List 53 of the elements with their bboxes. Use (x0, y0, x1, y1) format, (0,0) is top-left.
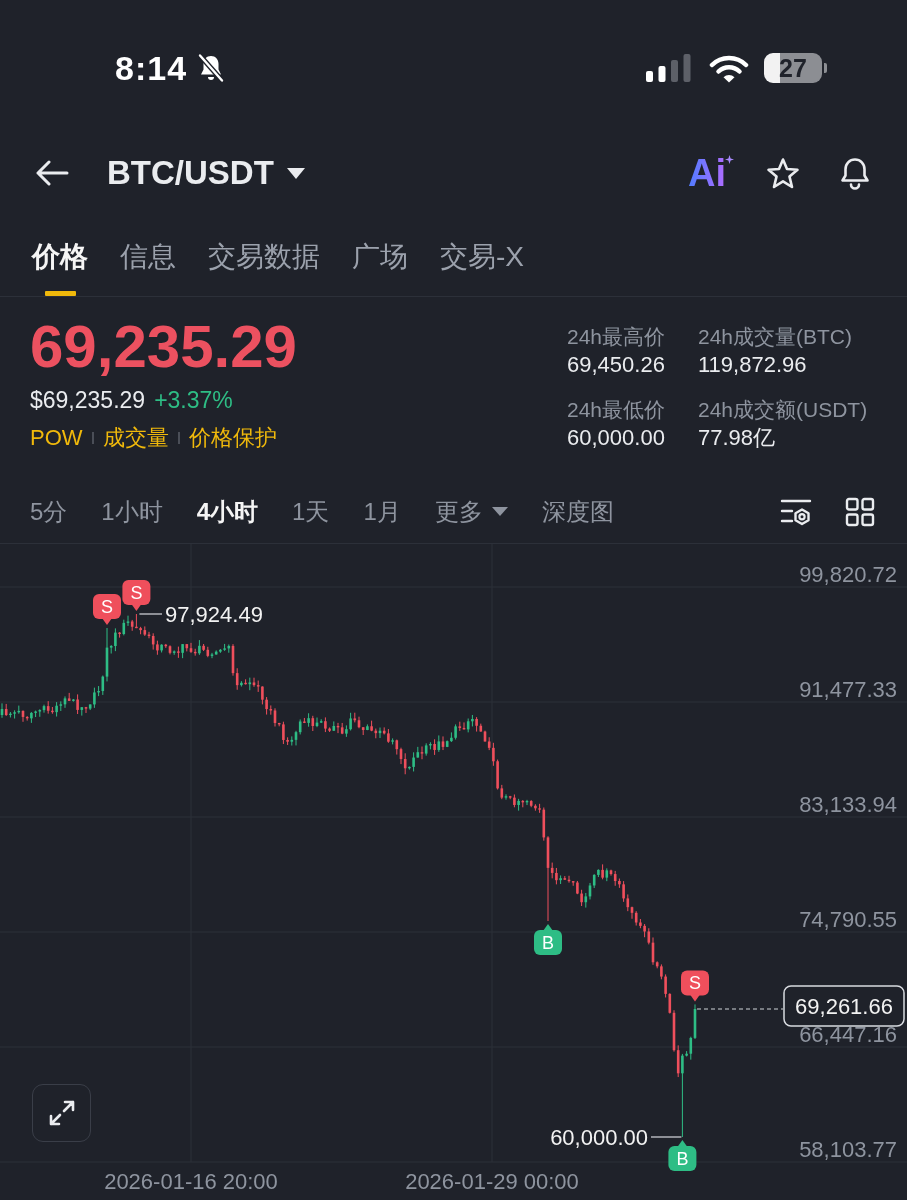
high-price-label: 97,924.49 (165, 602, 263, 627)
price-axis-label: 91,477.33 (799, 677, 897, 702)
caret-down-icon (286, 167, 305, 179)
leader-line (650, 1136, 682, 1138)
pair-selector[interactable]: BTC/USDT (107, 154, 305, 192)
price-axis-label: 58,103.77 (799, 1137, 897, 1162)
time-axis-label: 2026-01-29 00:00 (405, 1169, 579, 1194)
price-axis-label: 83,133.94 (799, 792, 897, 817)
caret-down-icon (491, 507, 508, 516)
tab[interactable]: 交易-X (440, 210, 524, 296)
price-change: +3.37% (154, 386, 233, 415)
star-icon[interactable] (766, 156, 800, 190)
battery-indicator: 27 (764, 53, 827, 83)
bell-slash-icon (197, 53, 226, 83)
leader-line (138, 613, 163, 615)
stat-value: 60,000.00 (567, 424, 666, 452)
interval-tab[interactable]: 1小时 (101, 495, 163, 528)
tag-link[interactable]: 价格保护 (188, 424, 277, 452)
bell-icon[interactable] (838, 156, 872, 190)
status-time: 8:14 (115, 48, 188, 88)
last-price-label: 69,261.66 (783, 985, 905, 1027)
time-axis-label: 2026-01-16 20:00 (104, 1169, 278, 1194)
tag-link[interactable]: POW (30, 424, 83, 452)
price-axis-label: 74,790.55 (799, 907, 897, 932)
interval-tab[interactable]: 更多 (434, 495, 508, 528)
tab[interactable]: 交易数据 (208, 210, 320, 296)
fiat-price: $69,235.29 (30, 386, 146, 415)
stat-value: 119,872.96 (698, 351, 808, 379)
sparkle-icon (725, 155, 734, 164)
stat-value: 69,450.26 (567, 351, 666, 379)
expand-button[interactable] (32, 1084, 91, 1142)
interval-tab[interactable]: 4小时 (196, 495, 259, 528)
interval-tab[interactable]: 1天 (292, 495, 330, 528)
interval-tab[interactable]: 5分 (30, 495, 68, 528)
tab[interactable]: 价格 (32, 210, 88, 296)
back-arrow-icon[interactable] (35, 160, 69, 186)
grid-icon[interactable] (845, 496, 875, 527)
stat-label: 24h成交额(USDT) (698, 397, 869, 423)
tag-link[interactable]: 成交量 (102, 424, 169, 452)
price-axis-label: 99,820.72 (799, 562, 897, 587)
signal-icon (646, 54, 692, 82)
tab[interactable]: 信息 (120, 210, 176, 296)
stat-label: 24h最低价 (567, 397, 667, 423)
low-price-label: 60,000.00 (550, 1125, 648, 1150)
last-price: 69,235.29 (30, 315, 298, 379)
interval-tab[interactable]: 1月 (363, 495, 401, 528)
stat-label: 24h成交量(BTC) (698, 324, 854, 350)
list-gear-icon[interactable] (780, 497, 812, 526)
interval-tab[interactable]: 深度图 (541, 495, 614, 528)
stat-label: 24h最高价 (567, 324, 667, 350)
wifi-icon (709, 53, 749, 83)
tab[interactable]: 广场 (352, 210, 408, 296)
stat-value: 77.98亿 (698, 424, 777, 452)
